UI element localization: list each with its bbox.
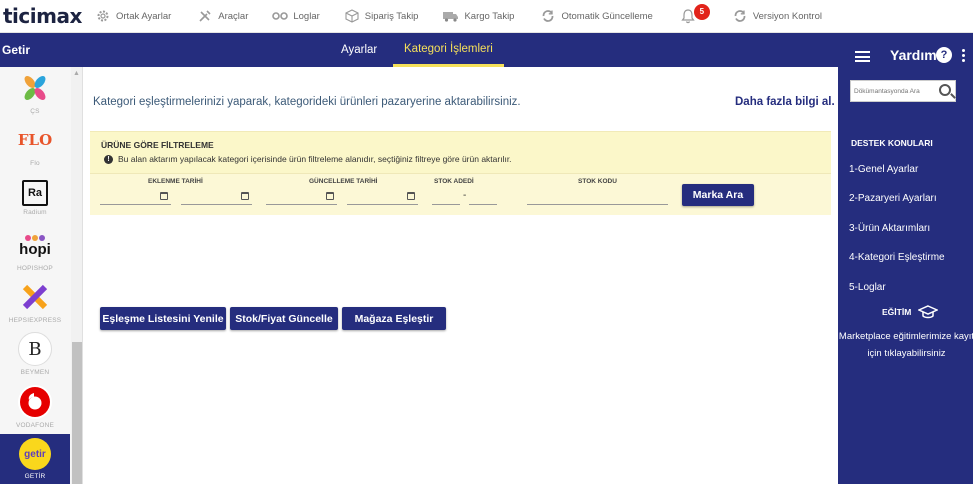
intro-text: Kategori eşleştirmelerinizi yaparak, kat… <box>93 96 521 108</box>
stock-qty-label: STOK ADEDİ <box>434 178 474 185</box>
help-link-urun-aktarimlari[interactable]: 3-Ürün Aktarımları <box>849 223 930 234</box>
menu-kargo-takip[interactable]: Kargo Takip <box>443 0 514 33</box>
education-link[interactable]: Marketplace eğitimlerimize kayıt için tı… <box>838 328 973 362</box>
help-search-input[interactable] <box>851 81 935 101</box>
menu-otomatik-guncelleme[interactable]: Otomatik Güncelleme <box>540 0 653 33</box>
menu-siparis-takip[interactable]: Sipariş Takip <box>344 0 418 33</box>
updated-date-label: GÜNCELLEME TARİHİ <box>309 178 378 185</box>
calendar-icon[interactable] <box>326 192 334 200</box>
package-icon <box>344 8 360 24</box>
store-match-button[interactable]: Mağaza Eşleştir <box>342 307 446 330</box>
added-date-end-input[interactable] <box>181 190 252 205</box>
stock-qty-max-input[interactable] <box>469 190 497 205</box>
gear-icon <box>95 8 111 24</box>
added-date-start-input[interactable] <box>100 190 171 205</box>
menu-araclar[interactable]: Araçlar <box>197 0 248 33</box>
page-title: Getir <box>2 43 31 57</box>
updated-date-start-input[interactable] <box>266 190 337 205</box>
refresh-icon <box>540 8 556 24</box>
tab-ayarlar[interactable]: Ayarlar <box>341 33 377 67</box>
log-icon <box>272 8 289 24</box>
vodafone-logo-icon <box>18 385 52 419</box>
menu-loglar[interactable]: Loglar <box>272 0 320 33</box>
beymen-logo-icon: B <box>18 332 52 366</box>
stock-qty-min-input[interactable] <box>432 190 460 205</box>
updated-date-end-input[interactable] <box>347 190 418 205</box>
help-link-pazaryeri-ayarlari[interactable]: 2-Pazaryeri Ayarları <box>849 193 937 204</box>
marketplace-item-flo[interactable]: FLO Flo <box>0 123 70 175</box>
marketplace-item-beymen[interactable]: B BEYMEN <box>0 332 70 384</box>
ticimax-logo[interactable]: ticimax <box>3 0 91 33</box>
getir-logo-icon: getir <box>19 438 51 470</box>
hamburger-menu-icon[interactable] <box>855 51 870 62</box>
page-header: Getir Ayarlar Kategori İşlemleri <box>0 33 838 67</box>
top-navbar: ticimax Ortak Ayarlar Araçlar Loglar Sip… <box>0 0 973 33</box>
refresh-icon <box>732 8 748 24</box>
menu-ortak-ayarlar[interactable]: Ortak Ayarlar <box>95 0 171 33</box>
help-link-loglar[interactable]: 5-Loglar <box>849 282 886 293</box>
filter-title: ÜRÜNE GÖRE FİLTRELEME <box>101 140 214 150</box>
help-header: Yardım ? <box>838 33 973 77</box>
stock-code-label: STOK KODU <box>578 178 617 185</box>
graduation-cap-icon <box>918 305 939 319</box>
marketplace-item-radium[interactable]: Ra Radium <box>0 176 70 228</box>
hepsiexpress-logo-icon <box>18 280 52 314</box>
hopi-logo-icon: hopi <box>18 228 52 262</box>
marketplace-item-getir[interactable]: getir GETİR <box>0 434 70 484</box>
radium-logo-icon: Ra <box>22 180 48 206</box>
cs-logo-icon <box>18 71 52 105</box>
brand-search-button[interactable]: Marka Ara <box>682 184 754 206</box>
support-topics-heading: DESTEK KONULARI <box>851 138 933 148</box>
filter-panel: ÜRÜNE GÖRE FİLTRELEME ! Bu alan aktarım … <box>90 131 831 215</box>
more-info-link[interactable]: Daha fazla bilgi al. <box>735 96 835 108</box>
calendar-icon[interactable] <box>407 192 415 200</box>
notification-badge: 5 <box>693 3 710 20</box>
sidebar-scrollbar-thumb[interactable] <box>72 342 82 484</box>
filter-header <box>90 132 831 174</box>
marketplace-item-hepsiexpress[interactable]: HEPSIEXPRESS <box>0 280 70 332</box>
stock-price-update-button[interactable]: Stok/Fiyat Güncelle <box>230 307 338 330</box>
flo-logo-icon: FLO <box>17 131 53 149</box>
help-title: Yardım <box>890 47 937 63</box>
help-panel: Yardım ? DESTEK KONULARI 1-Genel Ayarlar… <box>838 33 973 484</box>
more-options-icon[interactable] <box>962 49 965 62</box>
menu-versiyon-kontrol[interactable]: Versiyon Kontrol <box>732 0 822 33</box>
filter-note: ! Bu alan aktarım yapılacak kategori içe… <box>104 154 512 164</box>
tab-kategori-islemleri[interactable]: Kategori İşlemleri <box>393 33 504 67</box>
added-date-label: EKLENME TARİHİ <box>148 178 203 185</box>
tools-icon <box>197 8 213 24</box>
marketplace-item-cs[interactable]: ÇS <box>0 71 70 123</box>
help-search-box[interactable] <box>850 80 956 102</box>
calendar-icon[interactable] <box>241 192 249 200</box>
search-icon[interactable] <box>939 84 951 96</box>
calendar-icon[interactable] <box>160 192 168 200</box>
education-heading: EĞİTİM <box>882 304 939 320</box>
help-link-kategori-eslestirme[interactable]: 4-Kategori Eşleştirme <box>849 252 945 263</box>
range-separator: - <box>463 190 467 201</box>
info-icon: ! <box>104 154 113 164</box>
question-icon[interactable]: ? <box>936 47 952 63</box>
scroll-up-icon[interactable]: ▲ <box>73 70 80 77</box>
marketplace-sidebar: ÇS FLO Flo Ra Radium hopi HOPISHOP HEPSI… <box>0 67 83 484</box>
refresh-match-list-button[interactable]: Eşleşme Listesini Yenile <box>100 307 226 330</box>
marketplace-item-hopishop[interactable]: hopi HOPISHOP <box>0 228 70 280</box>
top-menu: Ortak Ayarlar Araçlar Loglar Sipariş Tak… <box>91 0 822 33</box>
notifications-button[interactable]: 5 <box>680 0 710 33</box>
stock-code-input[interactable] <box>527 190 668 205</box>
truck-icon <box>443 8 459 24</box>
help-link-genel-ayarlar[interactable]: 1-Genel Ayarlar <box>849 164 918 175</box>
marketplace-item-vodafone[interactable]: VODAFONE <box>0 385 70 437</box>
